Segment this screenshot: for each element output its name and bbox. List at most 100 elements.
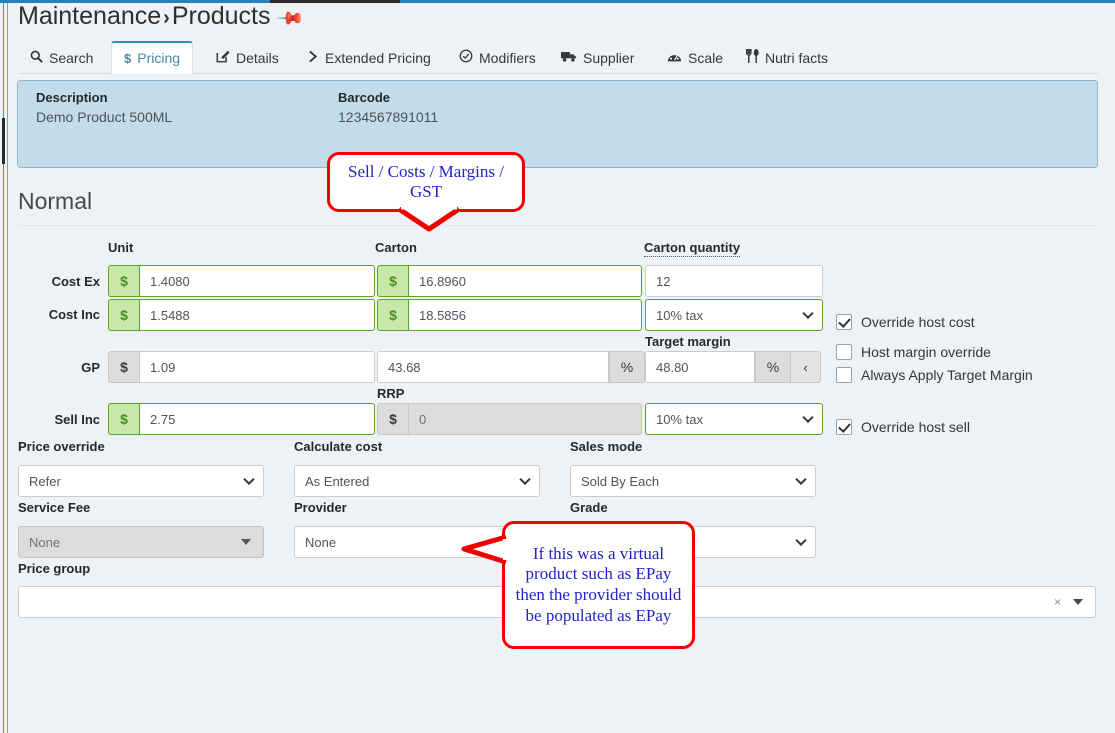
breadcrumb-current: Products <box>171 2 271 30</box>
cost-ex-carton-currency-icon: $ <box>377 265 409 297</box>
chevron-down-icon <box>795 473 807 486</box>
target-margin-input[interactable]: 48.80 <box>645 351 755 383</box>
description-block: Description Demo Product 500ML <box>36 90 172 125</box>
rrp-input: 0 <box>409 403 642 435</box>
override-host-cost-row[interactable]: Override host cost <box>836 314 975 330</box>
chevron-down-icon <box>802 411 814 424</box>
clear-icon[interactable]: × <box>1054 595 1061 609</box>
sales-mode-label: Sales mode <box>570 439 643 454</box>
tab-supplier[interactable]: Supplier <box>549 41 646 74</box>
check-circle-icon <box>459 49 473 66</box>
gp-dollar-input[interactable]: 1.09 <box>140 351 375 383</box>
sell-costs-margins-gst-callout: Sell / Costs / Margins / GST <box>327 152 525 212</box>
gp-currency-icon: $ <box>108 351 140 383</box>
tab-modifiers-label: Modifiers <box>479 49 536 66</box>
sell-costs-margins-gst-callout-tail <box>397 206 461 232</box>
edit-icon <box>216 49 230 66</box>
target-margin-percent-icon: % <box>755 351 791 383</box>
vertical-scrollbar-thumb[interactable] <box>2 118 5 164</box>
chevron-right-icon <box>308 50 319 66</box>
gp-dollar-group: $ 1.09 <box>108 351 375 383</box>
sell-inc-currency-icon: $ <box>108 403 140 435</box>
cost-tax-select[interactable]: 10% tax <box>645 299 823 331</box>
gp-percent-group: 43.68 % <box>377 351 645 383</box>
sell-inc-group: $ 2.75 <box>108 403 375 435</box>
row-label-cost-inc: Cost Inc <box>48 307 100 322</box>
barcode-value: 1234567891011 <box>338 109 439 125</box>
cost-inc-unit-currency-icon: $ <box>108 299 140 331</box>
service-fee-select: None <box>18 526 264 558</box>
override-host-sell-row[interactable]: Override host sell <box>836 419 970 435</box>
override-host-cost-checkbox[interactable] <box>836 314 852 330</box>
service-fee-value: None <box>29 534 61 550</box>
tab-search-label: Search <box>49 49 94 66</box>
tab-search[interactable]: Search <box>18 41 105 74</box>
override-host-sell-checkbox[interactable] <box>836 419 852 435</box>
chevron-down-icon <box>802 307 814 320</box>
tab-modifiers[interactable]: Modifiers <box>447 41 548 74</box>
description-label: Description <box>36 90 108 105</box>
rrp-group: $ 0 <box>377 403 642 435</box>
service-fee-label: Service Fee <box>18 500 91 515</box>
pin-icon[interactable]: 📌 <box>274 3 305 34</box>
gauge-icon <box>667 50 682 66</box>
grade-label: Grade <box>570 500 608 515</box>
sales-mode-select[interactable]: Sold By Each <box>570 465 816 497</box>
column-header-carton: Carton <box>375 240 417 255</box>
cost-inc-carton-input[interactable]: 18.5856 <box>409 299 642 331</box>
row-label-sell-inc: Sell Inc <box>54 412 100 427</box>
provider-epay-callout-tail <box>461 534 509 565</box>
calculate-cost-label: Calculate cost <box>294 439 383 454</box>
carton-quantity-input[interactable]: 12 <box>645 265 823 297</box>
breadcrumb: Maintenance ›Products 📌 <box>18 2 305 33</box>
barcode-label: Barcode <box>338 90 391 105</box>
always-apply-target-margin-row[interactable]: Always Apply Target Margin <box>836 367 1033 383</box>
gp-percent-input[interactable]: 43.68 <box>377 351 609 383</box>
calculate-cost-select[interactable]: As Entered <box>294 465 540 497</box>
host-margin-override-row[interactable]: Host margin override <box>836 344 991 360</box>
cost-ex-unit-input[interactable]: 1.4080 <box>140 265 375 297</box>
cost-ex-unit-currency-icon: $ <box>108 265 140 297</box>
cost-ex-unit-group: $ 1.4080 <box>108 265 375 297</box>
triangle-down-icon <box>241 539 251 545</box>
cost-ex-carton-input[interactable]: 16.8960 <box>409 265 642 297</box>
price-group-label: Price group <box>18 561 91 576</box>
gp-percent-suffix-icon: % <box>609 351 645 383</box>
sell-tax-select[interactable]: 10% tax <box>645 403 823 435</box>
breadcrumb-root[interactable]: Maintenance <box>18 2 161 30</box>
apply-target-margin-button[interactable]: ‹ <box>791 351 821 383</box>
products-pricing-screen: Maintenance ›Products 📌 Search $ Pricing D… <box>0 0 1115 733</box>
cost-inc-unit-input[interactable]: 1.5488 <box>140 299 375 331</box>
dollar-icon: $ <box>124 50 132 66</box>
column-header-carton-quantity: Carton quantity <box>644 240 741 257</box>
price-override-select[interactable]: Refer <box>18 465 264 497</box>
always-apply-target-margin-label: Always Apply Target Margin <box>861 367 1033 383</box>
override-host-cost-label: Override host cost <box>861 314 975 330</box>
utensils-icon <box>745 49 759 66</box>
tab-extended-pricing-label: Extended Pricing <box>325 49 431 66</box>
cost-tax-select-value: 10% tax <box>656 307 703 323</box>
chevron-down-icon <box>243 473 255 486</box>
cost-inc-carton-currency-icon: $ <box>377 299 409 331</box>
provider-value: None <box>305 534 337 550</box>
tab-pricing[interactable]: $ Pricing <box>111 41 194 74</box>
tab-details[interactable]: Details <box>204 41 291 74</box>
price-override-label: Price override <box>18 439 105 454</box>
tab-scale[interactable]: Scale <box>655 41 735 74</box>
tab-extended-pricing[interactable]: Extended Pricing <box>296 41 443 74</box>
always-apply-target-margin-checkbox[interactable] <box>836 367 852 383</box>
chevron-down-icon <box>519 473 531 486</box>
host-margin-override-label: Host margin override <box>861 344 991 360</box>
tab-bar: Search $ Pricing Details Extended Pricin… <box>18 41 1098 74</box>
row-label-cost-ex: Cost Ex <box>51 274 100 289</box>
sales-mode-value: Sold By Each <box>581 473 660 489</box>
triangle-down-icon[interactable] <box>1073 599 1083 605</box>
host-margin-override-checkbox[interactable] <box>836 344 852 360</box>
chevron-down-icon <box>795 534 807 547</box>
product-info-panel: Description Demo Product 500ML Barcode 1… <box>17 80 1098 168</box>
provider-epay-callout: If this was a virtual product such as EP… <box>502 521 695 649</box>
sell-inc-input[interactable]: 2.75 <box>140 403 375 435</box>
tab-nutri-facts[interactable]: Nutri facts <box>734 41 840 74</box>
column-header-unit: Unit <box>108 240 134 255</box>
carton-quantity-group: 12 <box>645 265 823 297</box>
